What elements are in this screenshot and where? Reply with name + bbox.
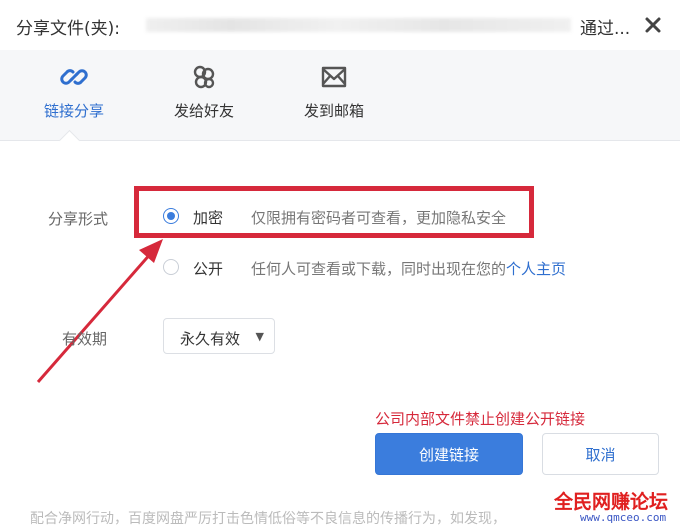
expire-select[interactable]: 永久有效 ▼ (163, 318, 275, 354)
annotation-highlight-box (134, 186, 534, 238)
close-icon (645, 17, 661, 33)
tab-link-share[interactable]: 链接分享 (26, 62, 122, 130)
tab-label: 链接分享 (43, 102, 104, 120)
personal-homepage-link[interactable]: 个人主页 (506, 260, 566, 278)
dialog-title-suffix: 通过... (580, 19, 631, 39)
tab-label: 发到邮箱 (303, 102, 364, 120)
tab-send-friend[interactable]: 发给好友 (156, 62, 252, 130)
watermark: 全民网赚论坛 www.qmceo.com (550, 487, 678, 527)
watermark-main: 全民网赚论坛 (554, 491, 669, 513)
blurred-filename (146, 18, 571, 32)
share-dialog: 分享文件(夹): 通过... 链接分享 发给好友 发到邮箱 分享形式 加密 仅限… (0, 0, 680, 530)
cancel-button[interactable]: 取消 (542, 433, 659, 475)
dialog-title: 分享文件(夹): (16, 19, 120, 39)
share-tabs: 链接分享 发给好友 发到邮箱 (0, 50, 680, 152)
public-radio[interactable] (163, 259, 179, 275)
watermark-url: www.qmceo.com (580, 511, 667, 524)
public-option-desc: 任何人可查看或下载，同时出现在您的个人主页 (251, 258, 566, 279)
mail-icon (321, 66, 347, 88)
friends-icon (193, 65, 215, 89)
annotation-warning-text: 公司内部文件禁止创建公开链接 (375, 410, 586, 428)
create-link-button[interactable]: 创建链接 (375, 433, 523, 475)
link-icon (60, 69, 88, 85)
chevron-down-icon: ▼ (255, 330, 264, 343)
active-tab-caret (58, 129, 81, 152)
dialog-header: 分享文件(夹): 通过... (16, 12, 656, 40)
tab-label: 发给好友 (173, 102, 234, 120)
tab-send-email[interactable]: 发到邮箱 (286, 62, 382, 130)
footer-notice: 配合净网行动，百度网盘严厉打击色情低俗等不良信息的传播行为，如发现， (30, 511, 506, 527)
public-option-title: 公开 (193, 260, 224, 278)
share-type-label: 分享形式 (48, 210, 109, 228)
public-desc-text: 任何人可查看或下载，同时出现在您的 (251, 260, 507, 278)
close-button[interactable] (642, 14, 664, 36)
expire-select-value: 永久有效 (180, 330, 241, 348)
expire-label: 有效期 (62, 330, 108, 348)
